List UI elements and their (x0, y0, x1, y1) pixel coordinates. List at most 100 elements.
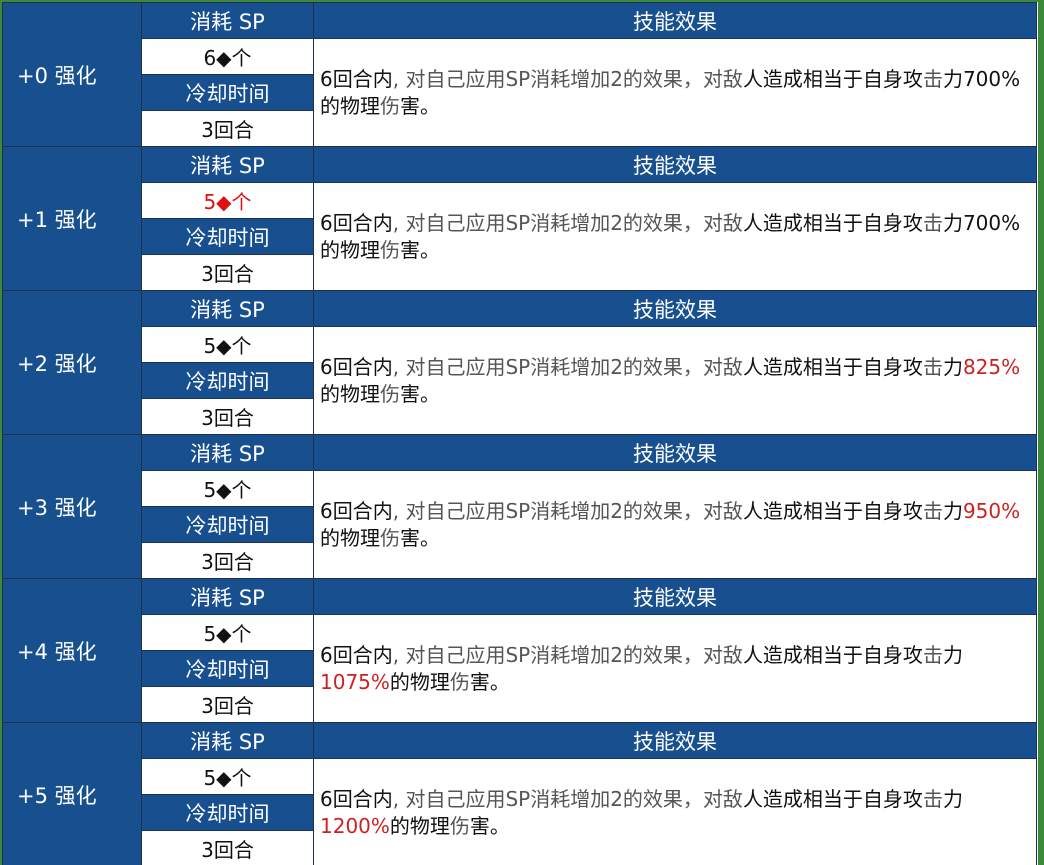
skill-effect-text: 6回合内, 对自己应用SP消耗增加2的效果，对敌人造成相当于自身攻击力825% 的… (313, 326, 1037, 435)
skill-effect-header: 技能效果 (313, 146, 1037, 183)
sp-cost-value: 5◆个 (141, 326, 314, 363)
effect-self-clause: , 对自己应用SP消耗增加2的效果， (392, 66, 703, 91)
effect-self-clause: , 对自己应用SP消耗增加2的效果， (392, 642, 703, 667)
cooldown-header: 冷却时间 (141, 362, 314, 399)
effect-attack-char: 击 (922, 786, 943, 811)
upgrade-row-3-sp: 5◆个 6回合内, 对自己应用SP消耗增加2的效果，对敌人造成相当于自身攻击力95… (3, 470, 1037, 579)
effect-power-char: 力 (942, 642, 963, 667)
upgrade-row-0-header: +0 强化 消耗 SP 技能效果 (2, 2, 1037, 147)
upgrade-level-label: +5 强化 (2, 722, 142, 865)
sp-cost-value: 5◆个 (141, 614, 314, 651)
effect-self-clause: , 对自己应用SP消耗增加2的效果， (392, 786, 703, 811)
cooldown-header: 冷却时间 (141, 506, 314, 543)
sp-cost-header: 消耗 SP (141, 578, 314, 615)
effect-attack-char: 击 (922, 354, 943, 379)
upgrade-row-1-sp: 5◆个 6回合内, 对自己应用SP消耗增加2的效果，对敌人造成相当于自身攻击力70… (3, 182, 1037, 291)
skill-table-body: +0 强化 消耗 SP 技能效果 6◆个 6回合内, 对自己应用SP消耗增加2的效果，对… (2, 2, 1037, 865)
skill-upgrade-table: +0 强化 消耗 SP 技能效果 6◆个 6回合内, 对自己应用SP消耗增加2的效果，对… (2, 2, 1037, 865)
cooldown-value: 3回合 (141, 254, 314, 291)
effect-attack-char: 击 (922, 210, 943, 235)
effect-attack-char: 击 (922, 498, 943, 523)
sp-cost-value: 6◆个 (141, 38, 314, 75)
effect-duration: 6回合内 (320, 66, 393, 91)
skill-effect-text: 6回合内, 对自己应用SP消耗增加2的效果，对敌人造成相当于自身攻击力700% 的… (313, 38, 1037, 147)
effect-damage-percent: 950% (962, 498, 1021, 523)
cooldown-header: 冷却时间 (141, 794, 314, 831)
effect-physical-clause: 的物理 (389, 669, 450, 694)
effect-damage-percent: 1075% (320, 669, 390, 694)
effect-end-clause: 害。 (400, 237, 440, 262)
effect-attack-char: 击 (922, 66, 943, 91)
skill-upgrade-panel: +0 强化 消耗 SP 技能效果 6◆个 6回合内, 对自己应用SP消耗增加2的效果，对… (2, 2, 1038, 865)
sp-cost-header: 消耗 SP (141, 434, 314, 471)
effect-end-clause: 害。 (400, 381, 440, 406)
effect-injury-char: 伤 (380, 525, 400, 550)
effect-end-clause: 害。 (400, 93, 440, 118)
effect-self-clause: , 对自己应用SP消耗增加2的效果， (392, 210, 703, 235)
sp-cost-header: 消耗 SP (141, 2, 314, 39)
cooldown-value: 3回合 (141, 686, 314, 723)
effect-enemy-clause: 对敌 (702, 786, 743, 811)
skill-effect-text: 6回合内, 对自己应用SP消耗增加2的效果，对敌人造成相当于自身攻击力700% 的… (313, 182, 1037, 291)
effect-damage-percent: 1200% (320, 813, 390, 838)
upgrade-level-label: +1 强化 (2, 146, 142, 291)
effect-injury-char: 伤 (449, 813, 470, 838)
effect-physical-clause: 的物理 (320, 237, 380, 262)
effect-duration: 6回合内 (320, 498, 393, 523)
effect-enemy-clause: 对敌 (702, 642, 743, 667)
cooldown-header: 冷却时间 (141, 74, 314, 111)
skill-effect-header: 技能效果 (313, 2, 1037, 39)
effect-injury-char: 伤 (380, 381, 400, 406)
effect-damage-percent: 825% (962, 354, 1021, 379)
effect-damage-clause: 人造成相当于自身攻 (742, 786, 923, 811)
effect-power-char: 力 (942, 354, 963, 379)
effect-duration: 6回合内 (320, 642, 393, 667)
sp-cost-header: 消耗 SP (141, 722, 314, 759)
effect-damage-clause: 人造成相当于自身攻 (742, 642, 923, 667)
cooldown-value: 3回合 (141, 830, 314, 865)
effect-damage-clause: 人造成相当于自身攻 (742, 498, 923, 523)
cooldown-value: 3回合 (141, 110, 314, 147)
upgrade-level-label: +2 强化 (2, 290, 142, 435)
upgrade-row-0-sp: 6◆个 6回合内, 对自己应用SP消耗增加2的效果，对敌人造成相当于自身攻击力70… (3, 38, 1037, 147)
effect-power-char: 力 (942, 66, 963, 91)
effect-duration: 6回合内 (320, 210, 393, 235)
upgrade-row-2-header: +2 强化 消耗 SP 技能效果 (2, 290, 1037, 435)
skill-effect-header: 技能效果 (313, 434, 1037, 471)
effect-damage-clause: 人造成相当于自身攻 (742, 66, 923, 91)
effect-power-char: 力 (942, 210, 963, 235)
skill-effect-text: 6回合内, 对自己应用SP消耗增加2的效果，对敌人造成相当于自身攻击力950% 的… (313, 470, 1037, 579)
effect-end-clause: 害。 (469, 669, 510, 694)
upgrade-row-4-header: +4 强化 消耗 SP 技能效果 (2, 578, 1037, 723)
cooldown-header: 冷却时间 (141, 650, 314, 687)
effect-physical-clause: 的物理 (389, 813, 450, 838)
effect-injury-char: 伤 (380, 237, 400, 262)
effect-end-clause: 害。 (400, 525, 440, 550)
upgrade-row-5-sp: 5◆个 6回合内, 对自己应用SP消耗增加2的效果，对敌人造成相当于自身攻击力 12… (3, 758, 1037, 865)
effect-damage-percent: 700% (962, 66, 1021, 91)
effect-duration: 6回合内 (320, 354, 393, 379)
effect-damage-percent: 700% (962, 210, 1021, 235)
effect-physical-clause: 的物理 (320, 381, 380, 406)
effect-damage-clause: 人造成相当于自身攻 (742, 210, 923, 235)
effect-duration: 6回合内 (320, 786, 393, 811)
effect-power-char: 力 (942, 498, 963, 523)
effect-end-clause: 害。 (469, 813, 510, 838)
effect-self-clause: , 对自己应用SP消耗增加2的效果， (392, 354, 703, 379)
effect-enemy-clause: 对敌 (702, 210, 743, 235)
effect-attack-char: 击 (922, 642, 943, 667)
cooldown-value: 3回合 (141, 542, 314, 579)
effect-damage-clause: 人造成相当于自身攻 (742, 354, 923, 379)
upgrade-level-label: +0 强化 (2, 2, 142, 147)
upgrade-row-3-header: +3 强化 消耗 SP 技能效果 (2, 434, 1037, 579)
upgrade-level-label: +3 强化 (2, 434, 142, 579)
effect-power-char: 力 (942, 786, 963, 811)
upgrade-row-5-header: +5 强化 消耗 SP 技能效果 (2, 722, 1037, 865)
sp-cost-header: 消耗 SP (141, 290, 314, 327)
sp-cost-value: 5◆个 (141, 758, 314, 795)
effect-self-clause: , 对自己应用SP消耗增加2的效果， (392, 498, 703, 523)
cooldown-header: 冷却时间 (141, 218, 314, 255)
effect-injury-char: 伤 (380, 93, 400, 118)
sp-cost-value: 5◆个 (141, 182, 314, 219)
effect-physical-clause: 的物理 (320, 525, 380, 550)
